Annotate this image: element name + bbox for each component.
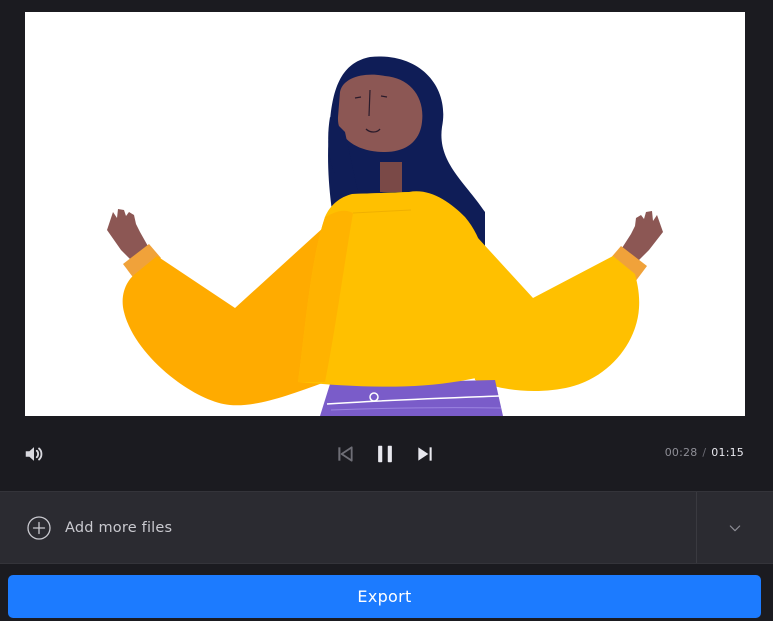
video-editor: 00:28 / 01:15 Add more files Export xyxy=(0,0,773,621)
volume-button[interactable] xyxy=(22,442,46,466)
illustration-woman-raising-arms xyxy=(107,56,663,416)
skip-previous-icon xyxy=(338,446,353,462)
speaker-icon xyxy=(25,447,43,461)
add-more-files-button[interactable]: Add more files xyxy=(27,492,172,563)
previous-button[interactable] xyxy=(333,442,357,466)
pause-icon xyxy=(378,445,392,463)
time-display: 00:28 / 01:15 xyxy=(665,446,744,460)
time-separator: / xyxy=(702,446,707,459)
chevron-down-icon xyxy=(729,524,741,531)
total-time: 01:15 xyxy=(711,446,744,459)
current-time: 00:28 xyxy=(664,446,698,459)
add-more-files-label: Add more files xyxy=(65,519,173,536)
files-panel: Add more files xyxy=(0,491,773,564)
skip-next-icon xyxy=(418,447,432,461)
expand-files-toggle[interactable] xyxy=(696,492,773,563)
export-button[interactable]: Export xyxy=(8,575,761,618)
next-button[interactable] xyxy=(413,442,437,466)
plus-circle-icon xyxy=(27,515,51,540)
playback-controls: 00:28 / 01:15 xyxy=(0,416,773,491)
pause-button[interactable] xyxy=(372,441,398,467)
video-preview[interactable] xyxy=(25,12,745,416)
